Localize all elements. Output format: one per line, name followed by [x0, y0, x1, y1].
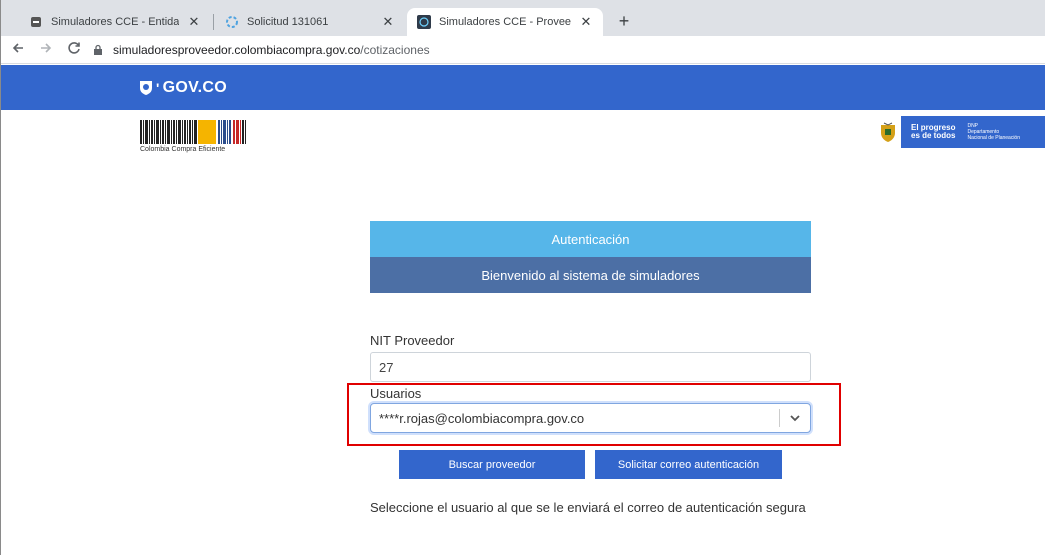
tab-close-icon[interactable]: ✕ [381, 14, 395, 30]
tab-title: Solicitud 131061 [247, 16, 329, 28]
browser-window: Simuladores CCE - Entidad ✕ Solicitud 13… [0, 0, 1045, 555]
auth-title: Autenticación [370, 221, 811, 257]
address-toolbar: simuladoresproveedor.colombiacompra.gov.… [1, 36, 1045, 64]
loading-spinner-icon [225, 15, 239, 29]
tab-strip: Simuladores CCE - Entidad ✕ Solicitud 13… [1, 0, 1045, 36]
gov-logo-text: GOV.CO [162, 79, 227, 96]
tab-separator [213, 14, 214, 30]
gov-shield-icon [139, 80, 153, 96]
request-auth-email-button[interactable]: Solicitar correo autenticación [595, 450, 782, 479]
tab-solicitud[interactable]: Solicitud 131061 ✕ [215, 8, 405, 36]
page-favicon-icon [417, 15, 431, 29]
tab-title: Simuladores CCE - Proveedores [439, 16, 571, 28]
back-arrow-icon[interactable] [7, 41, 29, 59]
coat-of-arms-icon [875, 116, 901, 148]
slogan-line: es de todos [911, 131, 956, 140]
dnp-line: Nacional de Planeación [967, 135, 1020, 141]
tab-simuladores-entidad[interactable]: Simuladores CCE - Entidad ✕ [19, 8, 211, 36]
new-tab-button[interactable]: + [613, 10, 635, 32]
annotation-highlight-box [347, 383, 841, 446]
url-host: simuladoresproveedor.colombiacompra.gov.… [113, 42, 361, 57]
tab-title: Simuladores CCE - Entidad [51, 16, 179, 28]
gov-co-logo[interactable]: ' GOV.CO [139, 79, 227, 97]
dnp-text: DNP Departamento Nacional de Planeación [967, 123, 1020, 141]
search-provider-button[interactable]: Buscar proveedor [399, 450, 585, 479]
lock-icon [93, 44, 105, 56]
tab-close-icon[interactable]: ✕ [187, 14, 201, 30]
help-text: Seleccione el usuario al que se le envia… [370, 500, 806, 515]
reload-icon[interactable] [63, 41, 85, 59]
url-bar[interactable]: simuladoresproveedor.colombiacompra.gov.… [93, 43, 430, 57]
nit-input[interactable]: 27 [370, 352, 811, 382]
nit-value: 27 [379, 359, 394, 375]
el-progreso-dnp-logo: El progreso es de todos DNP Departamento… [875, 116, 1045, 148]
forward-arrow-icon[interactable] [35, 41, 57, 59]
page-favicon-icon [29, 15, 43, 29]
nit-label: NIT Proveedor [370, 333, 455, 348]
tab-close-icon[interactable]: ✕ [579, 14, 593, 30]
cce-logo-caption: Colombia Compra Eficiente [140, 146, 226, 153]
url-path: /cotizaciones [360, 42, 430, 57]
gov-header-bar: ' GOV.CO [1, 65, 1045, 110]
auth-subtitle: Bienvenido al sistema de simuladores [370, 257, 811, 293]
colombia-compra-eficiente-logo [140, 120, 246, 144]
tab-simuladores-proveedores[interactable]: Simuladores CCE - Proveedores ✕ [407, 8, 603, 36]
slogan: El progreso es de todos [911, 124, 955, 140]
